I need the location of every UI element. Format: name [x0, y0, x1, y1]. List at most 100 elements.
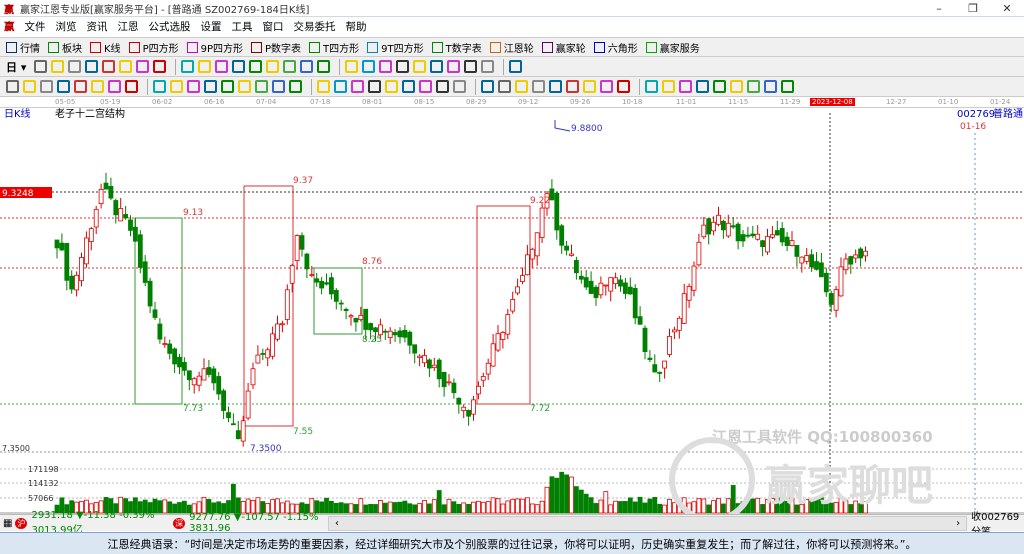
tool-icon[interactable] — [645, 80, 658, 93]
tool-icon[interactable] — [108, 80, 121, 93]
tool-icon[interactable] — [6, 80, 19, 93]
tool-icon[interactable] — [453, 80, 466, 93]
menu-item[interactable]: 浏览 — [56, 19, 77, 34]
tool-icon[interactable] — [153, 60, 167, 73]
tool-icon[interactable] — [57, 80, 70, 93]
tool-icon[interactable] — [153, 80, 166, 93]
tool-icon[interactable] — [679, 80, 692, 93]
tool-icon[interactable] — [781, 80, 794, 93]
tool-icon[interactable] — [566, 80, 579, 93]
tool-icon[interactable] — [351, 80, 364, 93]
tool-icon[interactable] — [187, 80, 200, 93]
toolbar-wheel2[interactable]: 赢家轮 — [541, 40, 586, 55]
scroll-left-icon[interactable]: ‹ — [335, 518, 339, 529]
tool-icon[interactable] — [515, 80, 528, 93]
tool-icon[interactable] — [345, 60, 359, 73]
grid-icon[interactable]: ▦ — [3, 518, 12, 529]
tool-icon[interactable] — [125, 80, 138, 93]
toolbar-wheel[interactable]: 江恩轮 — [489, 40, 534, 55]
menu-item[interactable]: 工具 — [232, 19, 253, 34]
toolbar-ts[interactable]: T四方形 — [309, 40, 359, 55]
toolbar-ps[interactable]: P四方形 — [128, 40, 179, 55]
tool-icon[interactable] — [413, 60, 427, 73]
tool-icon[interactable] — [119, 60, 133, 73]
tool-icon[interactable] — [204, 80, 217, 93]
menu-item[interactable]: 帮助 — [346, 19, 367, 34]
tool-icon[interactable] — [74, 80, 87, 93]
menu-item[interactable]: 窗口 — [263, 19, 284, 34]
sz-index[interactable]: 9277.76 ▼-107.57 -1.15% 3831.96 — [189, 512, 324, 534]
tool-icon[interactable] — [238, 80, 251, 93]
horizontal-scrollbar[interactable]: ‹ › — [328, 515, 968, 531]
tool-icon[interactable] — [334, 80, 347, 93]
tool-icon[interactable] — [385, 80, 398, 93]
menu-item[interactable]: 公式选股 — [149, 19, 191, 34]
tool-icon[interactable] — [362, 60, 376, 73]
toolbar-t9[interactable]: 9T四方形 — [367, 40, 424, 55]
minimize-button[interactable]: – — [922, 0, 956, 17]
menu-item[interactable]: 资讯 — [87, 19, 108, 34]
tool-icon[interactable] — [300, 60, 314, 73]
tool-icon[interactable] — [532, 80, 545, 93]
toolbar-pn[interactable]: P数字表 — [251, 40, 301, 55]
tool-icon[interactable] — [481, 80, 494, 93]
tool-icon[interactable] — [379, 60, 393, 73]
tool-icon[interactable] — [368, 80, 381, 93]
tool-icon[interactable] — [289, 80, 302, 93]
menu-item[interactable]: 文件 — [25, 19, 46, 34]
tool-icon[interactable] — [232, 60, 246, 73]
tool-icon[interactable] — [481, 60, 495, 73]
tool-icon[interactable] — [255, 80, 268, 93]
tool-icon[interactable] — [181, 60, 195, 73]
tool-icon[interactable] — [283, 60, 297, 73]
tool-icon[interactable] — [215, 60, 229, 73]
tool-icon[interactable] — [136, 60, 150, 73]
tool-icon[interactable] — [583, 80, 596, 93]
tool-icon[interactable] — [549, 80, 562, 93]
tool-icon[interactable] — [696, 80, 709, 93]
tool-icon[interactable] — [600, 80, 613, 93]
tool-icon[interactable] — [272, 80, 285, 93]
tool-icon[interactable] — [85, 60, 99, 73]
tool-icon[interactable] — [430, 60, 444, 73]
tool-icon[interactable] — [34, 60, 48, 73]
close-button[interactable]: ✕ — [990, 0, 1024, 17]
tool-icon[interactable] — [170, 80, 183, 93]
toolbar-dollar[interactable]: 赢家服务 — [645, 40, 700, 55]
tool-icon[interactable] — [464, 60, 478, 73]
tool-icon[interactable] — [68, 60, 82, 73]
tool-icon[interactable] — [713, 80, 726, 93]
tool-icon[interactable] — [91, 80, 104, 93]
tool-icon[interactable] — [747, 80, 760, 93]
toolbar-p9[interactable]: 9P四方形 — [186, 40, 243, 55]
tool-icon[interactable] — [764, 80, 777, 93]
tool-icon[interactable] — [317, 60, 331, 73]
tool-icon[interactable] — [730, 80, 743, 93]
tool-icon[interactable] — [40, 80, 53, 93]
kline-chart[interactable]: 9.13 7.73 9.37 7.55 8.76 8.25 9.22 7.72 9.8800 7.… — [0, 108, 1024, 514]
tool-icon[interactable] — [23, 80, 36, 93]
tool-icon[interactable] — [396, 60, 410, 73]
tool-icon[interactable] — [617, 80, 630, 93]
tool-icon[interactable] — [51, 60, 65, 73]
tool-icon[interactable] — [498, 80, 511, 93]
tool-icon[interactable] — [662, 80, 675, 93]
toolbar-kline[interactable]: K线 — [90, 40, 121, 55]
tool-icon[interactable] — [317, 80, 330, 93]
scroll-right-icon[interactable]: › — [956, 518, 960, 529]
menu-item[interactable]: 交易委托 — [294, 19, 336, 34]
toolbar-grid[interactable]: 行情 — [6, 40, 40, 55]
tool-icon[interactable] — [102, 60, 116, 73]
maximize-button[interactable]: ❐ — [956, 0, 990, 17]
tool-icon[interactable] — [419, 80, 432, 93]
tool-icon[interactable] — [402, 80, 415, 93]
menu-item[interactable]: 江恩 — [118, 19, 139, 34]
period-select[interactable]: 日 ▾ — [6, 59, 26, 75]
menu-item[interactable]: 设置 — [201, 19, 222, 34]
tool-icon[interactable] — [249, 60, 263, 73]
tool-icon[interactable] — [221, 80, 234, 93]
toolbar-tn[interactable]: T数字表 — [431, 40, 482, 55]
toolbar-hexagon[interactable]: 六角形 — [593, 40, 638, 55]
tool-icon[interactable] — [266, 60, 280, 73]
tool-icon[interactable] — [447, 60, 461, 73]
